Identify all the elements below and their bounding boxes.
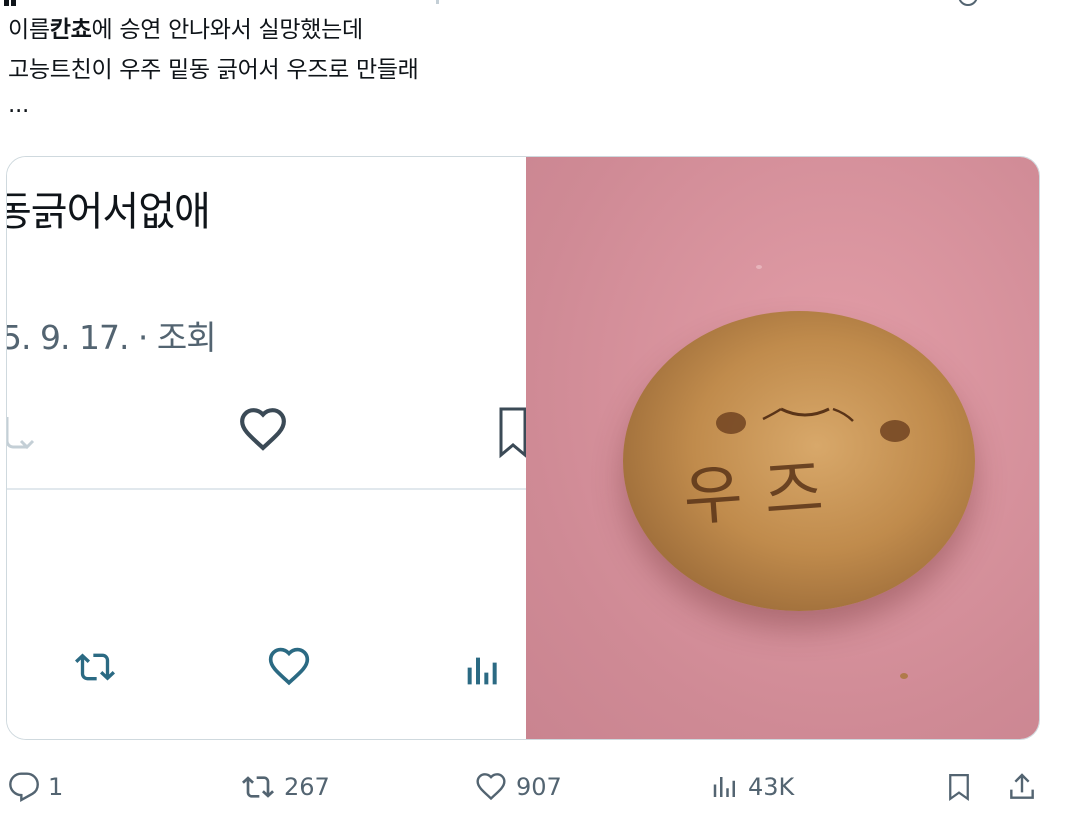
previous-header-clip	[0, 0, 1066, 10]
bookmark-icon	[495, 405, 526, 463]
media-left-screenshot[interactable]: 동긁어서없애 5. 9. 17. · 조회	[7, 157, 526, 739]
crumb	[756, 265, 762, 269]
crumb	[900, 673, 908, 679]
tweet-line-2: 고능트친이 우주 밑동 긁어서 우즈로 만들래	[8, 57, 419, 83]
like-count: 907	[516, 773, 562, 801]
bookmark-icon	[944, 771, 974, 803]
embedded-post-title: 동긁어서없애	[7, 189, 211, 235]
share-icon	[1006, 771, 1038, 803]
views-button[interactable]: 43K	[710, 762, 794, 812]
like-icon	[265, 645, 313, 693]
retweet-icon	[7, 407, 39, 461]
separator-fragment	[436, 0, 439, 4]
views-icon	[463, 651, 503, 695]
tweet-line-3: ...	[8, 92, 30, 118]
views-icon	[710, 771, 740, 803]
like-icon	[474, 771, 508, 803]
media-right-photo[interactable]: 우즈	[526, 157, 1039, 739]
tweet-text: 이름칸쵸에 승연 안나와서 실망했는데 고능트친이 우주 밑동 긁어서 우즈로 …	[8, 10, 419, 120]
retweet-icon	[69, 647, 121, 691]
reply-button[interactable]: 1	[8, 762, 63, 812]
reply-icon	[8, 771, 40, 803]
views-count: 43K	[748, 773, 795, 801]
grok-icon[interactable]	[958, 0, 978, 6]
retweet-icon	[240, 771, 276, 803]
like-icon	[235, 405, 291, 459]
avatar-fragment	[4, 0, 16, 6]
reply-count: 1	[48, 773, 64, 801]
embedded-divider	[7, 488, 526, 490]
media-card[interactable]: 동긁어서없애 5. 9. 17. · 조회 우즈	[6, 156, 1040, 740]
retweet-count: 267	[284, 773, 330, 801]
retweet-button[interactable]: 267	[240, 762, 330, 812]
cookie-photo: 우즈	[623, 311, 975, 611]
tweet-actions: 1 267 907 43K	[0, 762, 1066, 812]
tweet-line-1: 이름칸쵸에 승연 안나와서 실망했는데	[8, 10, 419, 50]
share-button[interactable]	[1006, 762, 1038, 812]
embedded-post-meta: 5. 9. 17. · 조회	[7, 318, 217, 357]
like-button[interactable]: 907	[474, 762, 562, 812]
cookie-text: 우즈	[681, 450, 848, 536]
bookmark-button[interactable]	[944, 762, 974, 812]
tweet-line-1-suffix: 에 승연 안나와서 실망했는데	[91, 17, 363, 43]
tweet-line-1-prefix: 이름	[8, 17, 50, 43]
tweet-line-1-bold: 칸쵸	[49, 17, 92, 43]
